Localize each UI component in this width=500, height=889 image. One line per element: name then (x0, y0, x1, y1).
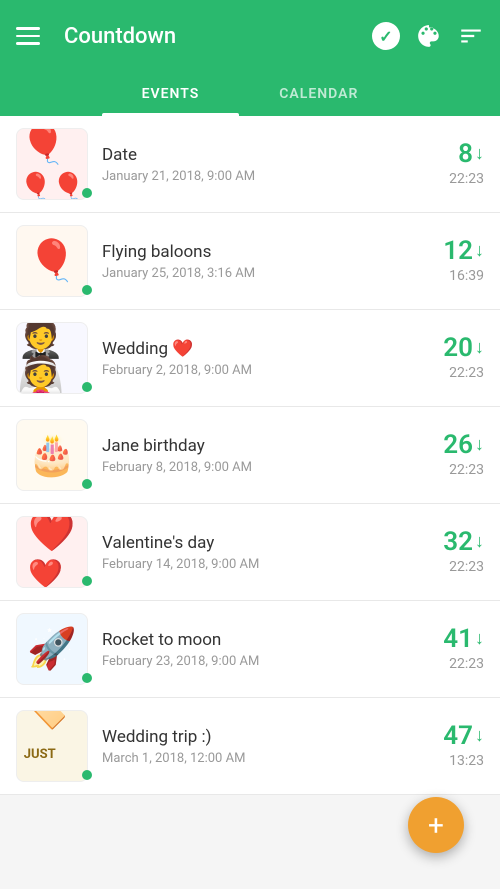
event-thumbnail: 🎈🎈🎈 (16, 128, 88, 200)
palette-button[interactable] (416, 23, 442, 49)
add-icon: + (428, 809, 444, 842)
check-circle-button[interactable] (372, 22, 400, 50)
event-days: 32↓ (443, 529, 484, 555)
event-dot (82, 770, 92, 780)
check-circle-icon (372, 22, 400, 50)
event-info: Wedding trip :) March 1, 2018, 12:00 AM (102, 727, 443, 766)
event-countdown: 12↓ 16:39 (443, 238, 484, 284)
event-dot (82, 382, 92, 392)
event-thumbnail: 🎈 (16, 225, 88, 297)
header-actions (372, 22, 484, 50)
event-days: 47↓ (443, 723, 484, 749)
down-arrow-icon: ↓ (475, 630, 484, 648)
event-time: 22:23 (449, 171, 484, 187)
add-event-fab[interactable]: + (408, 797, 464, 853)
sort-icon (458, 23, 484, 49)
event-countdown: 8↓ 22:23 (449, 141, 484, 187)
event-name: Valentine's day (102, 533, 443, 553)
event-countdown: 32↓ 22:23 (443, 529, 484, 575)
event-days: 8↓ (458, 141, 484, 167)
event-dot (82, 576, 92, 586)
list-item[interactable]: 🤵👰 Wedding ❤️ February 2, 2018, 9:00 AM … (0, 310, 500, 407)
event-info: Date January 21, 2018, 9:00 AM (102, 145, 449, 184)
sort-button[interactable] (458, 23, 484, 49)
event-name: Wedding trip :) (102, 727, 443, 747)
events-list: 🎈🎈🎈 Date January 21, 2018, 9:00 AM 8↓ 22… (0, 116, 500, 795)
list-item[interactable]: 🚀 Rocket to moon February 23, 2018, 9:00… (0, 601, 500, 698)
event-info: Flying baloons January 25, 2018, 3:16 AM (102, 242, 443, 281)
event-thumbnail: 🚀 (16, 613, 88, 685)
event-date: February 2, 2018, 9:00 AM (102, 363, 443, 378)
event-time: 13:23 (449, 753, 484, 769)
event-days: 41↓ (443, 626, 484, 652)
event-countdown: 20↓ 22:23 (443, 335, 484, 381)
event-dot (82, 479, 92, 489)
event-time: 22:23 (449, 462, 484, 478)
tab-bar: EVENTS CALENDAR (0, 72, 500, 116)
list-item[interactable]: 🏷️JUSTMARRIED Wedding trip :) March 1, 2… (0, 698, 500, 795)
event-info: Jane birthday February 8, 2018, 9:00 AM (102, 436, 443, 475)
event-dot (82, 188, 92, 198)
event-name: Wedding ❤️ (102, 339, 443, 359)
event-date: February 14, 2018, 9:00 AM (102, 557, 443, 572)
app-title: Countdown (64, 24, 372, 49)
event-date: January 25, 2018, 3:16 AM (102, 266, 443, 281)
menu-button[interactable] (16, 27, 48, 45)
down-arrow-icon: ↓ (475, 727, 484, 745)
down-arrow-icon: ↓ (475, 242, 484, 260)
tab-calendar[interactable]: CALENDAR (239, 72, 398, 116)
palette-icon (416, 23, 442, 49)
event-time: 22:23 (449, 656, 484, 672)
list-item[interactable]: 🎂 Jane birthday February 8, 2018, 9:00 A… (0, 407, 500, 504)
event-info: Valentine's day February 14, 2018, 9:00 … (102, 533, 443, 572)
event-date: February 8, 2018, 9:00 AM (102, 460, 443, 475)
event-date: January 21, 2018, 9:00 AM (102, 169, 449, 184)
list-item[interactable]: ❤️❤️ Valentine's day February 14, 2018, … (0, 504, 500, 601)
event-thumbnail: ❤️❤️ (16, 516, 88, 588)
event-days: 26↓ (443, 432, 484, 458)
event-time: 22:23 (449, 365, 484, 381)
tab-events[interactable]: EVENTS (102, 72, 240, 116)
event-dot (82, 673, 92, 683)
down-arrow-icon: ↓ (475, 339, 484, 357)
event-info: Wedding ❤️ February 2, 2018, 9:00 AM (102, 339, 443, 378)
event-name: Rocket to moon (102, 630, 443, 650)
event-days: 20↓ (443, 335, 484, 361)
event-name: Flying baloons (102, 242, 443, 262)
list-item[interactable]: 🎈🎈🎈 Date January 21, 2018, 9:00 AM 8↓ 22… (0, 116, 500, 213)
event-name: Jane birthday (102, 436, 443, 456)
event-date: February 23, 2018, 9:00 AM (102, 654, 443, 669)
event-countdown: 26↓ 22:23 (443, 432, 484, 478)
event-time: 22:23 (449, 559, 484, 575)
event-thumbnail: 🏷️JUSTMARRIED (16, 710, 88, 782)
list-item[interactable]: 🎈 Flying baloons January 25, 2018, 3:16 … (0, 213, 500, 310)
event-time: 16:39 (449, 268, 484, 284)
event-date: March 1, 2018, 12:00 AM (102, 751, 443, 766)
event-name: Date (102, 145, 449, 165)
event-thumbnail: 🎂 (16, 419, 88, 491)
down-arrow-icon: ↓ (475, 436, 484, 454)
down-arrow-icon: ↓ (475, 533, 484, 551)
event-countdown: 41↓ 22:23 (443, 626, 484, 672)
event-info: Rocket to moon February 23, 2018, 9:00 A… (102, 630, 443, 669)
event-days: 12↓ (443, 238, 484, 264)
down-arrow-icon: ↓ (475, 145, 484, 163)
event-countdown: 47↓ 13:23 (443, 723, 484, 769)
event-dot (82, 285, 92, 295)
app-header: Countdown (0, 0, 500, 72)
event-thumbnail: 🤵👰 (16, 322, 88, 394)
